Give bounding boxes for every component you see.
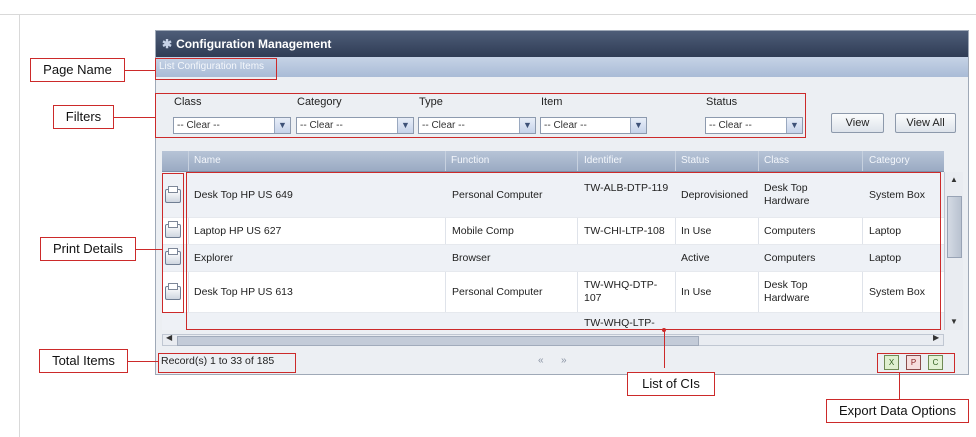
page-name-bar: List Configuration Items: [156, 57, 968, 77]
wrench-icon: ✱: [162, 37, 173, 51]
print-details-highlight: [162, 173, 184, 313]
header-separator: [862, 151, 863, 171]
header-separator: [445, 151, 446, 171]
scroll-right-icon[interactable]: ▶: [933, 333, 939, 342]
panel-title: Configuration Management: [176, 37, 332, 51]
print-details-callout: Print Details: [40, 237, 136, 261]
print-details-connector: [136, 249, 162, 250]
scroll-down-icon[interactable]: ▼: [945, 314, 963, 330]
page-name-highlight: [155, 58, 277, 80]
page-name-connector: [125, 70, 155, 71]
column-header-identifier[interactable]: Identifier: [584, 155, 622, 166]
export-highlight: [877, 353, 955, 373]
view-button[interactable]: View: [831, 113, 884, 133]
scroll-left-icon[interactable]: ◀: [166, 333, 172, 342]
grid-header: Name Function Identifier Status Class Ca…: [162, 151, 944, 172]
header-separator: [577, 151, 578, 171]
column-header-status[interactable]: Status: [681, 155, 709, 166]
total-items-callout: Total Items: [39, 349, 128, 373]
filters-callout: Filters: [53, 105, 114, 129]
scroll-thumb[interactable]: [947, 196, 962, 258]
list-of-cis-callout: List of CIs: [627, 372, 715, 396]
previous-page-icon[interactable]: «: [538, 355, 544, 366]
column-header-category[interactable]: Category: [869, 155, 910, 166]
column-header-class[interactable]: Class: [764, 155, 789, 166]
scroll-thumb[interactable]: [177, 336, 699, 346]
total-items-highlight: [158, 353, 296, 373]
screenshot-border-left: [19, 14, 20, 437]
filters-connector: [114, 117, 155, 118]
export-options-callout: Export Data Options: [826, 399, 969, 423]
scroll-up-icon[interactable]: ▲: [945, 172, 963, 188]
list-of-cis-connector: [664, 330, 665, 368]
panel-title-bar: ✱ Configuration Management: [156, 31, 968, 57]
header-separator: [675, 151, 676, 171]
horizontal-scrollbar[interactable]: ◀ ▶: [162, 333, 944, 346]
total-items-connector: [128, 361, 158, 362]
ci-list-highlight: [186, 172, 941, 330]
column-header-function[interactable]: Function: [451, 155, 489, 166]
list-of-cis-connector-dot: [662, 328, 666, 332]
header-separator: [188, 151, 189, 171]
page-name-callout: Page Name: [30, 58, 125, 82]
screenshot-border-top: [0, 14, 976, 15]
export-connector: [899, 373, 900, 399]
next-page-icon[interactable]: »: [561, 355, 567, 366]
vertical-scrollbar[interactable]: ▲ ▼: [944, 172, 963, 330]
filters-highlight: [155, 93, 806, 138]
header-separator: [758, 151, 759, 171]
column-header-name[interactable]: Name: [194, 155, 221, 166]
view-all-button[interactable]: View All: [895, 113, 956, 133]
